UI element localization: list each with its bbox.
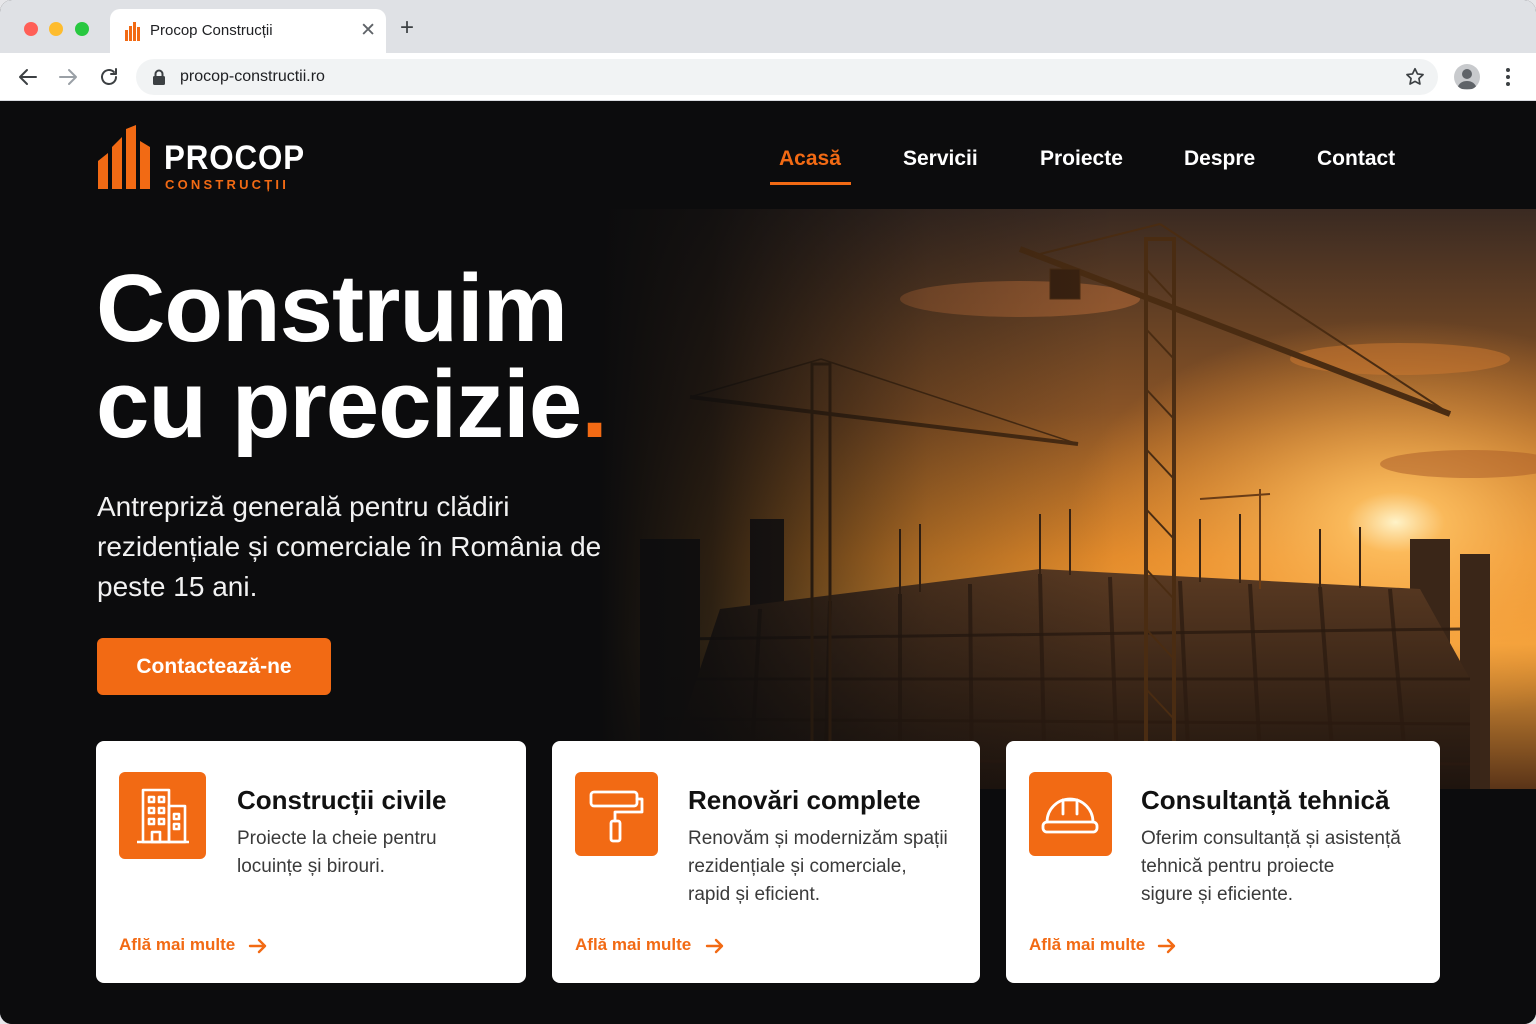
logo-mark-icon bbox=[98, 125, 150, 189]
card-desc-line: Renovăm și modernizăm spații bbox=[688, 828, 948, 849]
card-title: Construcții civile bbox=[237, 785, 447, 815]
card-description: Proiecte la cheie pentru locuințe și bir… bbox=[237, 825, 437, 881]
service-card-renovari[interactable]: Renovări complete Renovăm și modernizăm … bbox=[552, 741, 980, 983]
learn-more-link[interactable]: Află mai multe bbox=[1029, 935, 1145, 955]
hero-subtitle: Antrepriză generală pentru clădiri rezid… bbox=[97, 491, 602, 602]
address-bar[interactable]: procop-constructii.ro bbox=[136, 59, 1438, 95]
card-description: Renovăm și modernizăm spații rezidențial… bbox=[688, 825, 948, 909]
hard-hat-icon bbox=[1029, 772, 1112, 856]
maximize-window-button[interactable] bbox=[75, 22, 89, 36]
service-card-constructii[interactable]: Construcții civile Proiecte la cheie pen… bbox=[96, 741, 526, 983]
hero-headline-dot: . bbox=[581, 351, 608, 458]
tab-strip: Procop Construcții ✕ + bbox=[0, 0, 1536, 53]
building-icon bbox=[119, 772, 206, 859]
hero-construction-image bbox=[600, 209, 1536, 789]
web-page: PROCOP CONSTRUCȚII Acasă Servicii Proiec… bbox=[0, 101, 1536, 1024]
tab-title: Procop Construcții bbox=[150, 22, 273, 39]
contact-cta-button[interactable]: Contactează-ne bbox=[97, 638, 331, 695]
nav-link-proiecte[interactable]: Proiecte bbox=[1040, 147, 1123, 171]
learn-more-link[interactable]: Află mai multe bbox=[119, 935, 235, 955]
browser-toolbar: procop-constructii.ro bbox=[0, 53, 1536, 101]
favicon-icon bbox=[125, 22, 140, 41]
lock-icon bbox=[153, 69, 165, 85]
arrow-right-icon[interactable] bbox=[247, 935, 269, 957]
card-desc-line: locuințe și birouri. bbox=[237, 856, 385, 877]
profile-avatar-icon[interactable] bbox=[1454, 64, 1480, 90]
nav-link-servicii[interactable]: Servicii bbox=[903, 147, 978, 171]
card-desc-line: Oferim consultanță și asistență bbox=[1141, 828, 1401, 849]
card-desc-line: rapid și eficient. bbox=[688, 884, 821, 905]
close-window-button[interactable] bbox=[24, 22, 38, 36]
arrow-right-icon[interactable] bbox=[1156, 935, 1178, 957]
bookmark-star-icon[interactable] bbox=[1404, 66, 1426, 88]
hero-headline-line2: cu precizie bbox=[96, 351, 582, 458]
site-logo[interactable]: PROCOP CONSTRUCȚII bbox=[96, 125, 306, 192]
nav-link-contact[interactable]: Contact bbox=[1317, 147, 1395, 171]
paint-roller-icon bbox=[575, 772, 658, 856]
card-desc-line: Proiecte la cheie pentru bbox=[237, 828, 437, 849]
nav-active-underline bbox=[770, 182, 851, 185]
hero-headline: Construim cu precizie. bbox=[96, 261, 608, 453]
browser-tab-active[interactable]: Procop Construcții ✕ bbox=[110, 9, 386, 53]
card-title: Renovări complete bbox=[688, 785, 921, 815]
logo-name: PROCOP bbox=[164, 139, 306, 177]
more-menu-icon[interactable] bbox=[1500, 65, 1516, 89]
browser-window: Procop Construcții ✕ + procop-constructi… bbox=[0, 0, 1536, 1024]
service-card-consultanta[interactable]: Consultanță tehnică Oferim consultanță ș… bbox=[1006, 741, 1440, 983]
card-title: Consultanță tehnică bbox=[1141, 785, 1390, 815]
nav-link-acasa[interactable]: Acasă bbox=[779, 147, 841, 171]
back-icon[interactable] bbox=[16, 65, 40, 89]
tab-close-icon[interactable]: ✕ bbox=[360, 19, 376, 42]
forward-icon[interactable] bbox=[56, 65, 80, 89]
card-desc-line: rezidențiale și comerciale, bbox=[688, 856, 907, 877]
card-desc-line: tehnică pentru proiecte bbox=[1141, 856, 1335, 877]
learn-more-link[interactable]: Află mai multe bbox=[575, 935, 691, 955]
minimize-window-button[interactable] bbox=[49, 22, 63, 36]
card-description: Oferim consultanță și asistență tehnică … bbox=[1141, 825, 1401, 909]
nav-link-despre[interactable]: Despre bbox=[1184, 147, 1255, 171]
url-text: procop-constructii.ro bbox=[180, 68, 325, 85]
logo-subtitle: CONSTRUCȚII bbox=[165, 177, 290, 192]
new-tab-button[interactable]: + bbox=[400, 16, 414, 40]
reload-icon[interactable] bbox=[97, 65, 121, 89]
arrow-right-icon[interactable] bbox=[704, 935, 726, 957]
hero-headline-line1: Construim bbox=[96, 255, 568, 362]
card-desc-line: sigure și eficiente. bbox=[1141, 884, 1294, 905]
